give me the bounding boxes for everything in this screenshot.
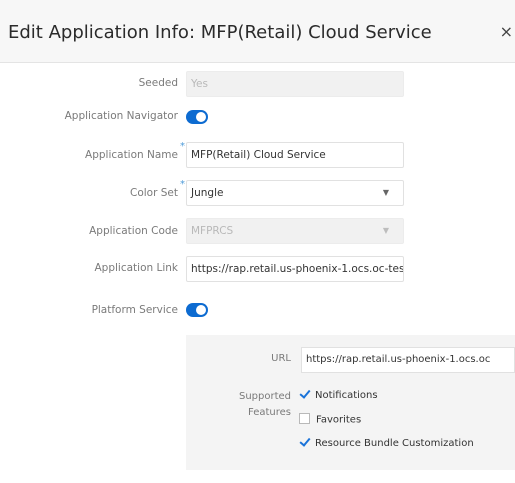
application-navigator-toggle[interactable] — [186, 110, 208, 124]
application-code-value: MFPRCS — [191, 225, 234, 237]
application-code-select: MFPRCS ▼ — [186, 218, 404, 244]
notifications-label: Notifications — [315, 390, 378, 401]
chevron-down-icon: ▼ — [382, 226, 389, 235]
platform-service-panel: URL https://rap.retail.us-phoenix-1.ocs.… — [186, 335, 515, 470]
seeded-label: Seeded — [138, 77, 178, 89]
empty-checkbox-icon — [299, 413, 310, 424]
supported-features-label-line1: Supported — [238, 391, 291, 402]
application-navigator-label: Application Navigator — [64, 110, 178, 122]
seeded-field: Yes — [186, 71, 404, 97]
close-icon[interactable]: × — [500, 22, 513, 41]
check-icon — [299, 437, 309, 447]
application-link-value: https://rap.retail.us-phoenix-1.ocs.oc-t… — [191, 263, 404, 275]
platform-service-toggle[interactable] — [186, 303, 208, 317]
application-name-input[interactable]: MFP(Retail) Cloud Service — [186, 142, 404, 168]
color-set-label: Color Set — [130, 187, 178, 199]
required-indicator: * — [180, 179, 185, 190]
supported-features-label-line2: Features — [248, 407, 291, 418]
required-indicator: * — [180, 141, 185, 152]
application-name-value: MFP(Retail) Cloud Service — [191, 149, 326, 161]
application-link-input[interactable]: https://rap.retail.us-phoenix-1.ocs.oc-t… — [186, 256, 404, 282]
notifications-checkbox[interactable]: Notifications — [299, 390, 378, 404]
favorites-label: Favorites — [316, 414, 362, 426]
dialog-title: Edit Application Info: MFP(Retail) Cloud… — [8, 22, 432, 43]
resource-bundle-customization-label: Resource Bundle Customization — [315, 438, 474, 449]
color-set-value: Jungle — [191, 187, 224, 199]
application-link-label: Application Link — [94, 262, 178, 274]
chevron-down-icon: ▼ — [382, 188, 389, 197]
favorites-checkbox[interactable]: Favorites — [299, 413, 362, 428]
url-input[interactable]: https://rap.retail.us-phoenix-1.ocs.oc — [301, 347, 515, 373]
application-code-label: Application Code — [89, 225, 178, 237]
check-icon — [299, 389, 309, 399]
url-value: https://rap.retail.us-phoenix-1.ocs.oc — [306, 354, 491, 365]
application-name-label: Application Name — [85, 149, 178, 161]
color-set-select[interactable]: Jungle ▼ — [186, 180, 404, 206]
toggle-knob — [196, 112, 206, 122]
url-label: URL — [271, 353, 291, 364]
platform-service-label: Platform Service — [91, 304, 178, 316]
toggle-knob — [196, 305, 206, 315]
seeded-value: Yes — [191, 78, 208, 90]
dialog-header: Edit Application Info: MFP(Retail) Cloud… — [0, 0, 515, 63]
resource-bundle-customization-checkbox[interactable]: Resource Bundle Customization — [299, 438, 474, 452]
